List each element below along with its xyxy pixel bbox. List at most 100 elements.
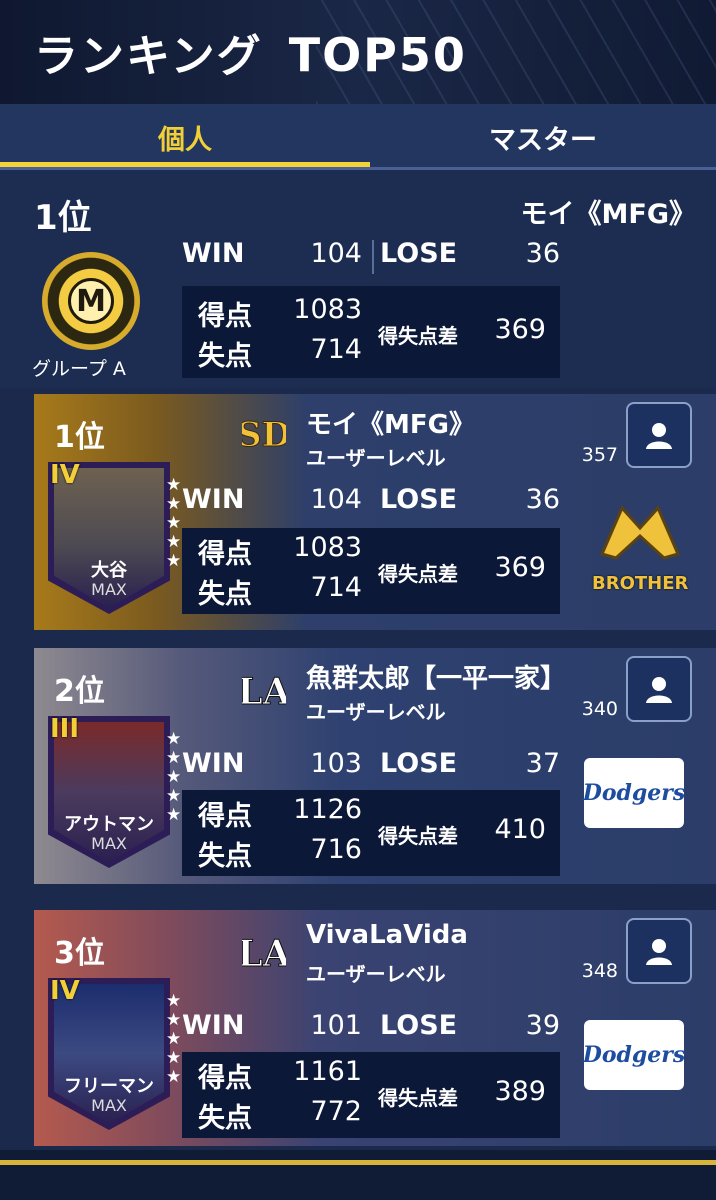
player-name: 大谷 [91,560,127,581]
rank-label: 2位 [54,674,105,709]
scored-value: 1083 [293,294,362,325]
player-max-label: MAX [91,834,127,853]
diff-value: 369 [494,314,546,345]
lose-value: 36 [525,484,560,515]
win-value: 104 [310,238,362,269]
divider [372,240,374,274]
player-card[interactable]: IV 大谷 MAX [48,460,170,614]
win-value: 103 [310,748,362,779]
badge-text: BROTHER [592,573,689,594]
win-label: WIN [182,484,245,515]
win-value: 104 [310,484,362,515]
lose-value: 36 [525,238,560,269]
user-icon [646,677,672,703]
player-grade: III [50,714,80,744]
brother-badge: BROTHER [592,494,688,594]
scored-value: 1161 [293,1056,362,1087]
lose-label: LOSE [380,1010,458,1041]
diff-label: 得失点差 [378,562,458,586]
player-name: アウトマン [64,814,154,835]
user-level-value: 340 [581,698,618,720]
user-name: VivaLaVida [306,920,468,950]
dodgers-badge: Dodgers [582,758,686,828]
player-grade: IV [50,460,80,490]
svg-text:SD: SD [242,415,286,455]
diff-label: 得失点差 [378,324,458,348]
my-ranking-summary: 1位 モイ《MFG》 M グループ A WIN 104 LOSE 36 得点 1… [0,170,716,388]
allowed-label: 失点 [198,1103,252,1134]
scored-label: 得点 [198,1063,252,1094]
allowed-label: 失点 [198,341,252,372]
user-level-label: ユーザーレベル [306,962,446,986]
diff-value: 389 [494,1076,546,1107]
dodgers-badge: Dodgers [582,1020,686,1090]
lose-label: LOSE [380,748,458,779]
diff-value: 369 [494,552,546,583]
allowed-value: 772 [310,1096,362,1127]
footer-bar [0,1150,716,1200]
user-icon [646,939,672,965]
tab-bar: 個人 マスター [0,104,716,170]
my-user-name: モイ《MFG》 [520,199,696,230]
diff-label: 得失点差 [378,824,458,848]
allowed-label: 失点 [198,579,252,610]
page-title: ランキング TOP50 [34,20,467,84]
dodgers-la-logo-icon: LA [242,933,286,976]
user-level-label: ユーザーレベル [306,700,446,724]
player-max-label: MAX [91,1096,127,1115]
tab-master[interactable]: マスター [370,104,716,170]
allowed-value: 714 [310,334,362,365]
dodgers-la-logo-icon: LA [242,671,286,714]
emblem-letter: M [68,278,114,324]
lose-label: LOSE [380,238,458,269]
scored-label: 得点 [198,801,252,832]
stat-box: 得点 1126 失点 716 得失点差 410 [182,790,560,876]
dodgers-wordmark-icon: Dodgers [582,1042,686,1068]
player-card[interactable]: IV フリーマン MAX [48,976,170,1130]
win-label: WIN [182,238,245,269]
title-suffix: TOP50 [288,28,467,82]
ranking-card-3[interactable]: 3位 LA VivaLaVida ユーザーレベル 348 IV フリーマン MA… [34,910,716,1146]
user-name: モイ《MFG》 [306,410,475,440]
padres-logo-icon: SD [242,415,286,456]
svg-text:LA: LA [242,671,286,713]
group-emblem-icon: M [42,252,140,350]
stat-box: 得点 1161 失点 772 得失点差 389 [182,1052,560,1138]
my-rank: 1位 [34,198,92,238]
rank-label: 3位 [54,936,105,971]
profile-button[interactable] [626,402,692,468]
scored-value: 1126 [293,794,362,825]
scored-label: 得点 [198,301,252,332]
user-level-value: 348 [581,960,618,982]
player-grade: IV [50,976,80,1006]
user-level-label: ユーザーレベル [306,446,446,470]
diff-value: 410 [494,814,546,845]
scored-value: 1083 [293,532,362,563]
player-max-label: MAX [91,580,127,599]
user-name: 魚群太郎【一平一家】 [306,664,567,694]
diff-label: 得失点差 [378,1086,458,1110]
ranking-card-1[interactable]: 1位 SD モイ《MFG》 ユーザーレベル 357 IV 大谷 MAX ★ ★ ★ ★… [34,394,716,630]
profile-button[interactable] [626,918,692,984]
user-icon [646,423,672,449]
stat-box: 得点 1083 失点 714 得失点差 369 [182,528,560,614]
scored-label: 得点 [198,539,252,570]
rank-label: 1位 [54,420,105,455]
allowed-label: 失点 [198,841,252,872]
stat-box: 得点 1083 失点 714 得失点差 369 [182,286,560,378]
handshake-icon [599,505,681,560]
user-level-value: 357 [581,444,618,466]
dodgers-wordmark-icon: Dodgers [582,780,686,806]
svg-text:LA: LA [242,933,286,975]
allowed-value: 716 [310,834,362,865]
win-value: 101 [310,1010,362,1041]
profile-button[interactable] [626,656,692,722]
player-name: フリーマン [64,1076,154,1097]
win-label: WIN [182,1010,245,1041]
ranking-card-2[interactable]: 2位 LA 魚群太郎【一平一家】 ユーザーレベル 340 III アウトマン M… [34,648,716,884]
tab-individual[interactable]: 個人 [0,104,370,170]
allowed-value: 714 [310,572,362,603]
player-card[interactable]: III アウトマン MAX [48,714,170,868]
lose-value: 37 [525,748,560,779]
header: ランキング TOP50 [0,0,716,104]
